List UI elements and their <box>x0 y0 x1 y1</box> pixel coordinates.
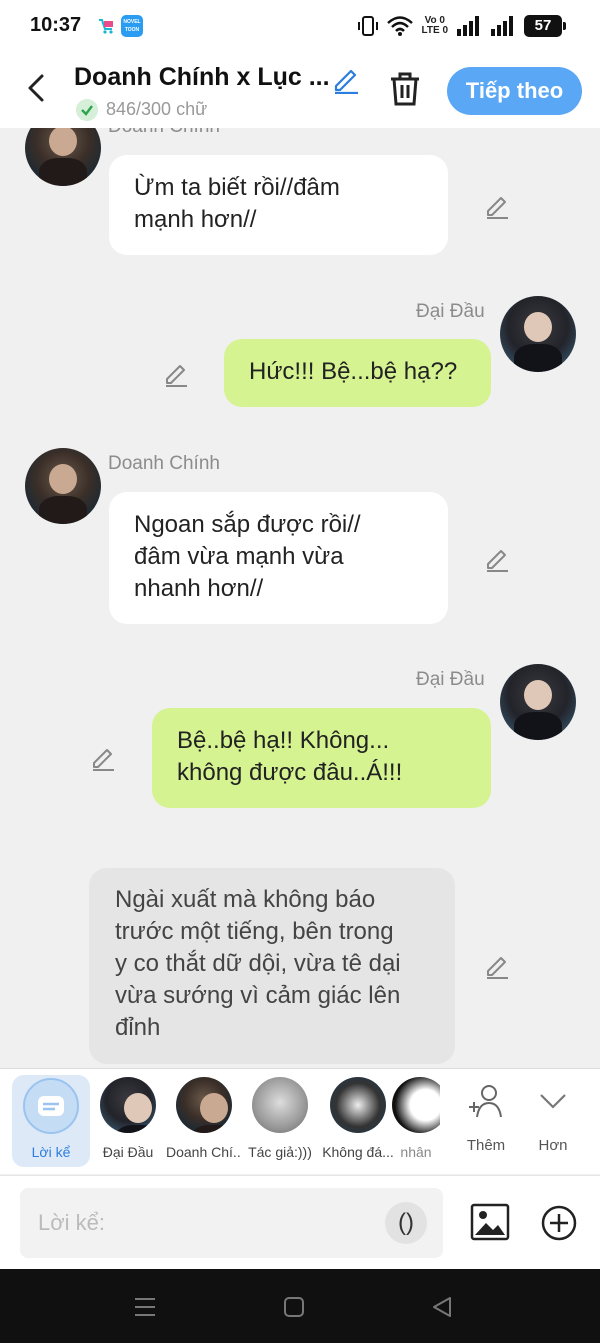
character-picker: Lời kể Đại Đầu Doanh Chí... Tác giả:))) … <box>0 1068 600 1174</box>
message-bubble[interactable]: Bệ..bệ hạ!! Không... không được đâu..Á!!… <box>152 708 491 808</box>
narration-bubble[interactable]: Ngài xuất mà không báo trước một tiếng, … <box>89 868 455 1064</box>
speaker-name: Đại Đầu <box>416 669 485 690</box>
plus-circle-icon[interactable] <box>540 1204 578 1242</box>
battery-icon: 57 <box>524 15 566 37</box>
novel-app-icon: NOVEL TOON <box>121 15 143 37</box>
avatar-dai-dau[interactable] <box>500 664 576 740</box>
avatar-doanh-chinh[interactable] <box>25 448 101 524</box>
signal-icon-2 <box>491 16 513 36</box>
back-arrow-icon[interactable] <box>22 70 54 106</box>
page-title[interactable]: Doanh Chính x Lục ... <box>74 63 330 92</box>
word-count: 846/300 chữ <box>106 99 208 119</box>
character-nhan[interactable]: nhân <box>392 1077 440 1160</box>
speaker-name: Đại Đầu <box>416 301 485 322</box>
avatar <box>252 1077 308 1133</box>
character-tac-gia[interactable]: Tác giả:))) <box>242 1077 318 1160</box>
avatar-doanh-chinh[interactable] <box>25 128 101 186</box>
message-bubble[interactable]: Hức!!! Bệ...bệ hạ?? <box>224 339 491 407</box>
narrator-selector[interactable]: Lời kể <box>12 1075 90 1167</box>
chevron-down-icon <box>540 1094 566 1109</box>
add-character-button[interactable]: Thêm <box>456 1081 516 1154</box>
trash-icon[interactable] <box>388 71 422 107</box>
narration-icon <box>23 1078 79 1134</box>
signal-icon <box>457 16 479 36</box>
edit-pencil-icon[interactable] <box>484 193 510 219</box>
avatar <box>330 1077 386 1133</box>
avatar <box>176 1077 232 1133</box>
wifi-icon <box>386 16 413 36</box>
message-bubble[interactable]: Ngoan sắp được rồi// đâm vừa mạnh vừa nh… <box>109 492 448 624</box>
back-triangle-icon[interactable] <box>430 1295 454 1319</box>
edit-pencil-icon[interactable] <box>484 953 510 979</box>
check-icon <box>76 99 98 121</box>
image-icon[interactable] <box>470 1202 510 1242</box>
avatar <box>100 1077 156 1133</box>
status-bar: 10:37 NOVEL TOON Vo 0 LTE 0 57 <box>0 0 600 52</box>
avatar-dai-dau[interactable] <box>500 296 576 372</box>
character-dai-dau[interactable]: Đại Đầu <box>90 1077 166 1160</box>
character-khong-da[interactable]: Không đá... <box>320 1077 396 1160</box>
message-bubble[interactable]: Ừm ta biết rồi//đâm mạnh hơn// <box>109 155 448 255</box>
chat-area[interactable]: Doanh Chính Ừm ta biết rồi//đâm mạnh hơn… <box>0 128 600 1068</box>
character-doanh-chinh[interactable]: Doanh Chí... <box>166 1077 242 1160</box>
story-header: Doanh Chính x Lục ... 846/300 chữ Tiếp t… <box>0 52 600 128</box>
edit-pencil-icon[interactable] <box>163 361 189 387</box>
person-plus-icon <box>469 1085 502 1118</box>
status-indicators: Vo 0 LTE 0 57 <box>357 12 566 40</box>
input-placeholder: Lời kể: <box>38 1210 106 1235</box>
home-icon[interactable] <box>282 1295 306 1319</box>
next-button[interactable]: Tiếp theo <box>447 67 582 115</box>
vibrate-icon <box>357 16 378 36</box>
app-notification-icon <box>99 19 113 34</box>
avatar <box>392 1077 440 1133</box>
edit-pencil-icon[interactable] <box>90 745 116 771</box>
more-button[interactable]: Hơn <box>523 1081 583 1154</box>
speaker-name: Doanh Chính <box>108 453 220 474</box>
system-navbar <box>0 1269 600 1343</box>
narrator-label: Lời kể <box>31 1144 71 1160</box>
lte-indicator: Vo 0 LTE 0 <box>421 15 448 36</box>
edit-pencil-icon[interactable] <box>484 546 510 572</box>
edit-title-pencil-icon[interactable] <box>331 64 361 94</box>
input-bar: Lời kể: () <box>0 1175 600 1269</box>
speaker-name: Doanh Chính <box>108 128 220 138</box>
status-time: 10:37 <box>30 14 82 36</box>
menu-icon[interactable] <box>133 1295 157 1319</box>
parentheses-button[interactable]: () <box>385 1202 427 1244</box>
narration-input[interactable]: Lời kể: () <box>20 1188 443 1258</box>
